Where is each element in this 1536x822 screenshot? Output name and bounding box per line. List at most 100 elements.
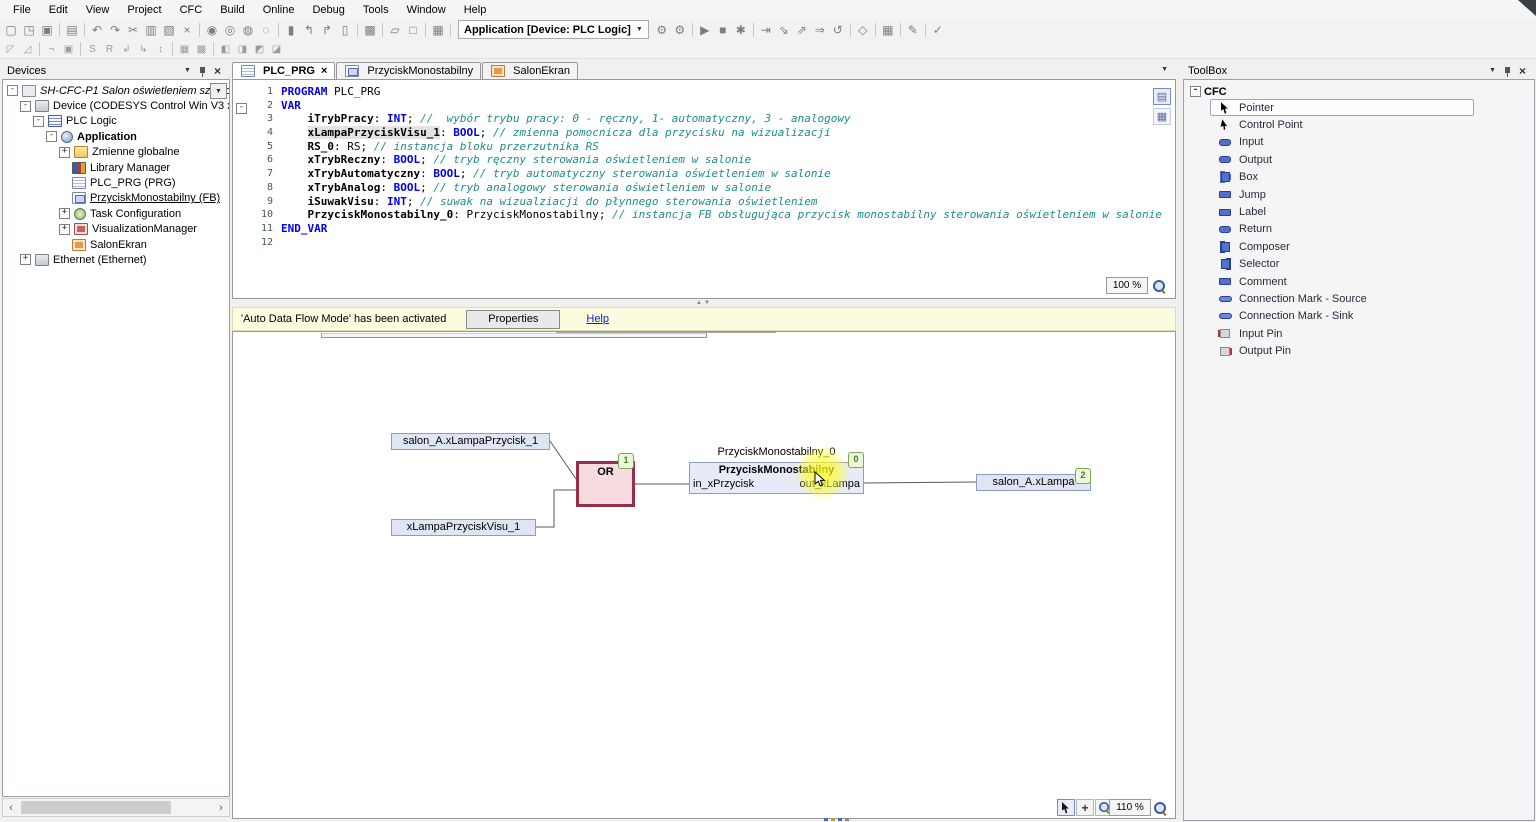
panel-menu-icon[interactable]: ▼ <box>180 64 195 78</box>
close-icon[interactable]: × <box>1515 64 1530 78</box>
collapse-icon[interactable]: - <box>33 116 44 127</box>
tree-item[interactable]: Library Manager <box>3 160 229 175</box>
expand-icon[interactable]: + <box>59 147 70 158</box>
tree-item[interactable]: +Ethernet (Ethernet) <box>3 252 229 267</box>
tree-item[interactable]: +Task Configuration <box>3 206 229 221</box>
start-icon[interactable]: ▶ <box>696 21 714 38</box>
tree-item[interactable]: -SH-CFC-P1 Salon oświetleniem szablon▼ <box>3 83 229 98</box>
menu-item-file[interactable]: File <box>4 2 40 18</box>
tree-item[interactable]: PLC_PRG (PRG) <box>3 175 229 190</box>
menu-item-cfc[interactable]: CFC <box>171 2 212 18</box>
toolbox-item-jump[interactable]: Jump <box>1210 186 1474 203</box>
scroll-right-icon[interactable]: › <box>213 802 229 814</box>
cfc-order-first-icon[interactable]: ◧ <box>217 42 234 57</box>
tab-overflow-icon[interactable]: ▼ <box>1161 66 1168 73</box>
help-link[interactable]: Help <box>586 313 609 325</box>
write-values-icon[interactable]: ✓ <box>929 21 947 38</box>
fb-input-pin[interactable]: in_xPrzycisk <box>693 478 754 492</box>
collapse-icon[interactable]: - <box>1190 86 1201 97</box>
clear-bookmarks-icon[interactable]: ▯ <box>336 21 354 38</box>
tab-plc_prg[interactable]: PLC_PRG× <box>232 62 335 79</box>
toolbox-item-comment[interactable]: Comment <box>1210 273 1474 290</box>
copy-all-icon[interactable]: ▩ <box>361 21 379 38</box>
menu-item-tools[interactable]: Tools <box>354 2 398 18</box>
paste-icon[interactable]: ▧ <box>160 21 178 38</box>
table-view-icon[interactable]: ▦ <box>1153 108 1171 125</box>
toolbox-item-output-pin[interactable]: Output Pin <box>1210 342 1474 359</box>
toolbox-item-conn-source[interactable]: Connection Mark - Source <box>1210 290 1474 307</box>
build-icon[interactable]: ▦ <box>429 21 447 38</box>
cfc-reset-icon[interactable]: R <box>101 42 118 57</box>
delete-icon[interactable]: × <box>178 21 196 38</box>
redo-icon[interactable]: ↷ <box>106 21 124 38</box>
tree-item[interactable]: -Application <box>3 129 229 144</box>
editor-zoom-level[interactable]: 100 % <box>1106 277 1148 294</box>
toolbox-item-label[interactable]: Label <box>1210 203 1474 220</box>
single-cycle-icon[interactable]: ✱ <box>732 21 750 38</box>
find-all-icon[interactable]: ◍ <box>239 21 257 38</box>
toolbox-item-conn-sink[interactable]: Connection Mark - Sink <box>1210 308 1474 325</box>
menu-item-online[interactable]: Online <box>254 2 304 18</box>
editor-splitter[interactable]: ▲▼ <box>232 299 1176 307</box>
force-values-icon[interactable]: ✎ <box>904 21 922 38</box>
cut-icon[interactable]: ✂ <box>124 21 142 38</box>
prev-bookmark-icon[interactable]: ↰ <box>300 21 318 38</box>
bookmark-icon[interactable]: ▮ <box>282 21 300 38</box>
tree-item[interactable]: +VisualizationManager <box>3 222 229 237</box>
expand-icon[interactable]: + <box>20 254 31 265</box>
menu-item-debug[interactable]: Debug <box>303 2 353 18</box>
reset-icon[interactable]: ↺ <box>829 21 847 38</box>
toolbox-item-output[interactable]: Output <box>1210 151 1474 168</box>
editor-zoom-icon[interactable] <box>1152 279 1167 294</box>
collapse-icon[interactable]: - <box>7 85 18 96</box>
cfc-box-icon[interactable]: ▦ <box>176 42 193 57</box>
panel-menu-icon[interactable]: ▼ <box>1485 64 1500 78</box>
cfc-branch-icon[interactable]: ↕ <box>152 42 169 57</box>
undo-icon[interactable]: ↶ <box>88 21 106 38</box>
new-pou-icon[interactable]: □ <box>404 21 422 38</box>
pin-icon[interactable] <box>1500 64 1515 78</box>
breakpoint-icon[interactable]: ◇ <box>854 21 872 38</box>
devices-hscrollbar[interactable]: ‹ › <box>2 798 230 817</box>
toolbox-item-pointer[interactable]: Pointer <box>1210 99 1474 116</box>
stop-icon[interactable]: ■ <box>714 21 732 38</box>
toolbox-item-input[interactable]: Input <box>1210 134 1474 151</box>
collapse-icon[interactable]: - <box>46 131 57 142</box>
cfc-order-down-icon[interactable]: ◩ <box>251 42 268 57</box>
save-icon[interactable]: ▣ <box>38 21 56 38</box>
toolbox-item-control-point[interactable]: Control Point <box>1210 116 1474 133</box>
tree-item[interactable]: -Device (CODESYS Control Win V3 x64) <box>3 98 229 113</box>
copy-icon[interactable]: ▥ <box>142 21 160 38</box>
toolbox-item-return[interactable]: Return <box>1210 221 1474 238</box>
cfc-output-block[interactable]: salon_A.xLampa <box>976 474 1091 491</box>
menu-item-help[interactable]: Help <box>455 2 496 18</box>
cfc-input-block-1[interactable]: salon_A.xLampaPrzycisk_1 <box>391 433 550 450</box>
collapse-icon[interactable]: - <box>20 101 31 112</box>
new-object-icon[interactable]: ▱ <box>386 21 404 38</box>
code-fold-toggle[interactable]: - <box>236 103 247 114</box>
cfc-input-block-2[interactable]: xLampaPrzyciskVisu_1 <box>391 519 536 536</box>
search-scope-icon[interactable]: ◌ <box>257 21 275 38</box>
cfc-fb-block[interactable]: PrzyciskMonostabilny_0 PrzyciskMonostabi… <box>689 446 864 494</box>
tab-przyciskmonostabilny[interactable]: PrzyciskMonostabilny <box>336 62 481 79</box>
toolbox-item-box[interactable]: Box <box>1210 169 1474 186</box>
step-out-icon[interactable]: ⇗ <box>793 21 811 38</box>
cfc-box-en-icon[interactable]: ▩ <box>193 42 210 57</box>
cfc-jump-icon[interactable]: ↳ <box>135 42 152 57</box>
menu-item-edit[interactable]: Edit <box>40 2 77 18</box>
properties-button[interactable]: Properties <box>466 310 560 329</box>
open-project-icon[interactable]: ◳ <box>20 21 38 38</box>
expand-icon[interactable]: + <box>59 224 70 235</box>
tree-item[interactable]: PrzyciskMonostabilny (FB) <box>3 191 229 206</box>
device-selector-dropdown[interactable]: ▼ <box>210 83 227 99</box>
find-icon[interactable]: ◉ <box>203 21 221 38</box>
cfc-set-icon[interactable]: S <box>84 42 101 57</box>
login-icon[interactable]: ⚙ <box>653 21 671 38</box>
cfc-en-eno-icon[interactable]: ▣ <box>60 42 77 57</box>
logout-icon[interactable]: ⚙ <box>671 21 689 38</box>
close-icon[interactable]: × <box>210 64 225 78</box>
replace-icon[interactable]: ◎ <box>221 21 239 38</box>
pin-icon[interactable] <box>195 64 210 78</box>
cfc-order-last-icon[interactable]: ◪ <box>268 42 285 57</box>
fb-output-pin[interactable]: out_xLampa <box>799 478 860 492</box>
